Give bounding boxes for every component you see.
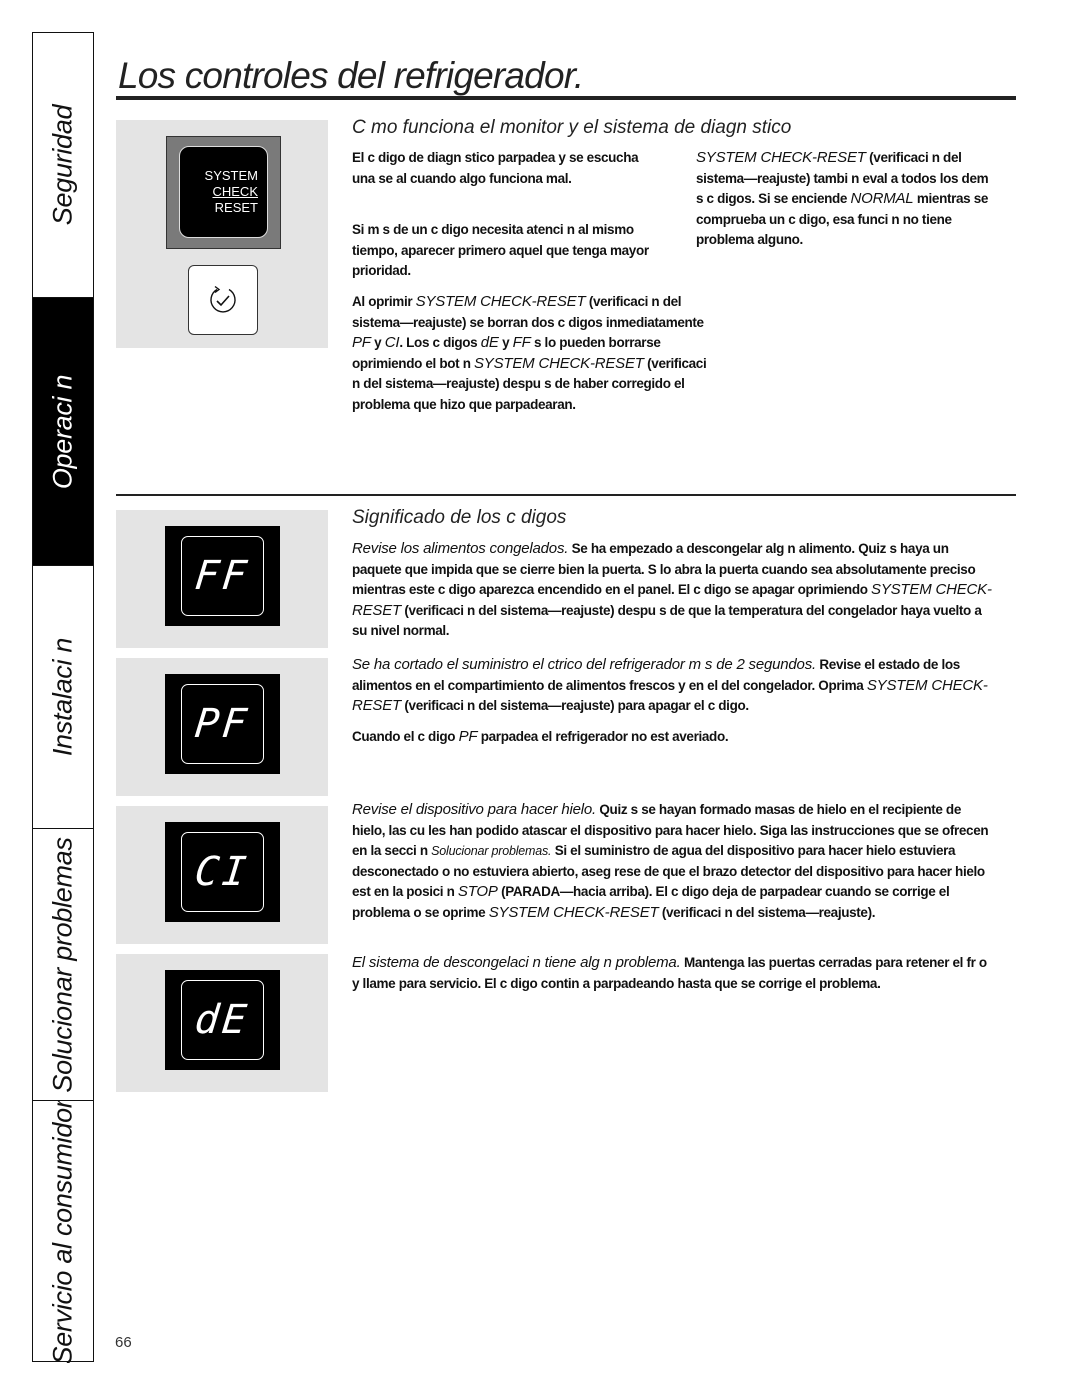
display-pf: PF [165,674,280,774]
code-panel-pf: PF [116,658,328,796]
description-de: El sistema de descongelaci n tiene alg n… [352,954,987,991]
section-heading-codes: Significado de los c digos [352,507,567,528]
refresh-check-icon [210,285,236,313]
display-code: PF [192,701,252,747]
note-pf: Cuando el c digo PF parpadea el refriger… [352,728,729,745]
description-pf: Se ha cortado el suministro el ctrico de… [352,656,988,714]
display-code: dE [192,997,252,1043]
side-tab-label: Solucionar problemas [47,836,78,1093]
side-tab-solucionar-problemas[interactable]: Solucionar problemas [33,829,93,1101]
section-heading-monitor: C mo funciona el monitor y el sistema de… [352,117,792,138]
button-line-check: CHECK [212,184,258,199]
display-ff: FF [165,526,280,626]
side-tab-label: Servicio al consumidor [47,1101,78,1363]
description-ci: Revise el dispositivo para hacer hielo. … [352,801,989,921]
paragraph-normal-check: SYSTEM CHECK-RESET (verificaci n del sis… [696,149,989,247]
display-de: dE [165,970,280,1070]
page-title: Los controles del refrigerador. [118,55,584,96]
side-tab-servicio-al-consumidor[interactable]: Servicio al consumidor [33,1101,93,1363]
side-tab-label: Seguridad [47,104,78,226]
button-line-system: SYSTEM [204,168,258,183]
side-tab-instalacion[interactable]: Instalaci n [33,566,93,829]
paragraph-diagnostic-blink: El c digo de diagn stico parpadea y se e… [352,150,639,186]
code-panel-ff: FF [116,510,328,648]
side-tab-label: Operaci n [47,374,78,489]
description-ff: Revise los alimentos congelados. Se ha e… [352,540,992,638]
paragraph-clearing-codes: Al oprimir SYSTEM CHECK-RESET (verificac… [352,293,707,412]
paragraph-priority: Si m s de un c digo necesita atenci n al… [352,222,649,278]
code-panel-de: dE [116,954,328,1092]
code-panel-ci: CI [116,806,328,944]
button-illustration-panel: SYSTEM CHECK RESET [116,120,328,348]
system-check-reset-button-image: SYSTEM CHECK RESET [179,146,268,238]
side-tab-operacion[interactable]: Operaci n [33,298,93,566]
display-code: FF [192,553,252,599]
display-code: CI [192,849,252,895]
side-tab-seguridad[interactable]: Seguridad [33,33,93,298]
button-line-reset: RESET [214,200,258,215]
page-number: 66 [115,1334,132,1351]
system-check-reset-frame: SYSTEM CHECK RESET [166,136,281,249]
side-tab-nav: Seguridad Operaci n Instalaci n Solucion… [32,32,94,1363]
section-divider [116,494,1016,496]
display-ci: CI [165,822,280,922]
side-tab-label: Instalaci n [47,637,78,757]
check-reset-icon-button [188,265,258,335]
title-rule [116,96,1016,100]
